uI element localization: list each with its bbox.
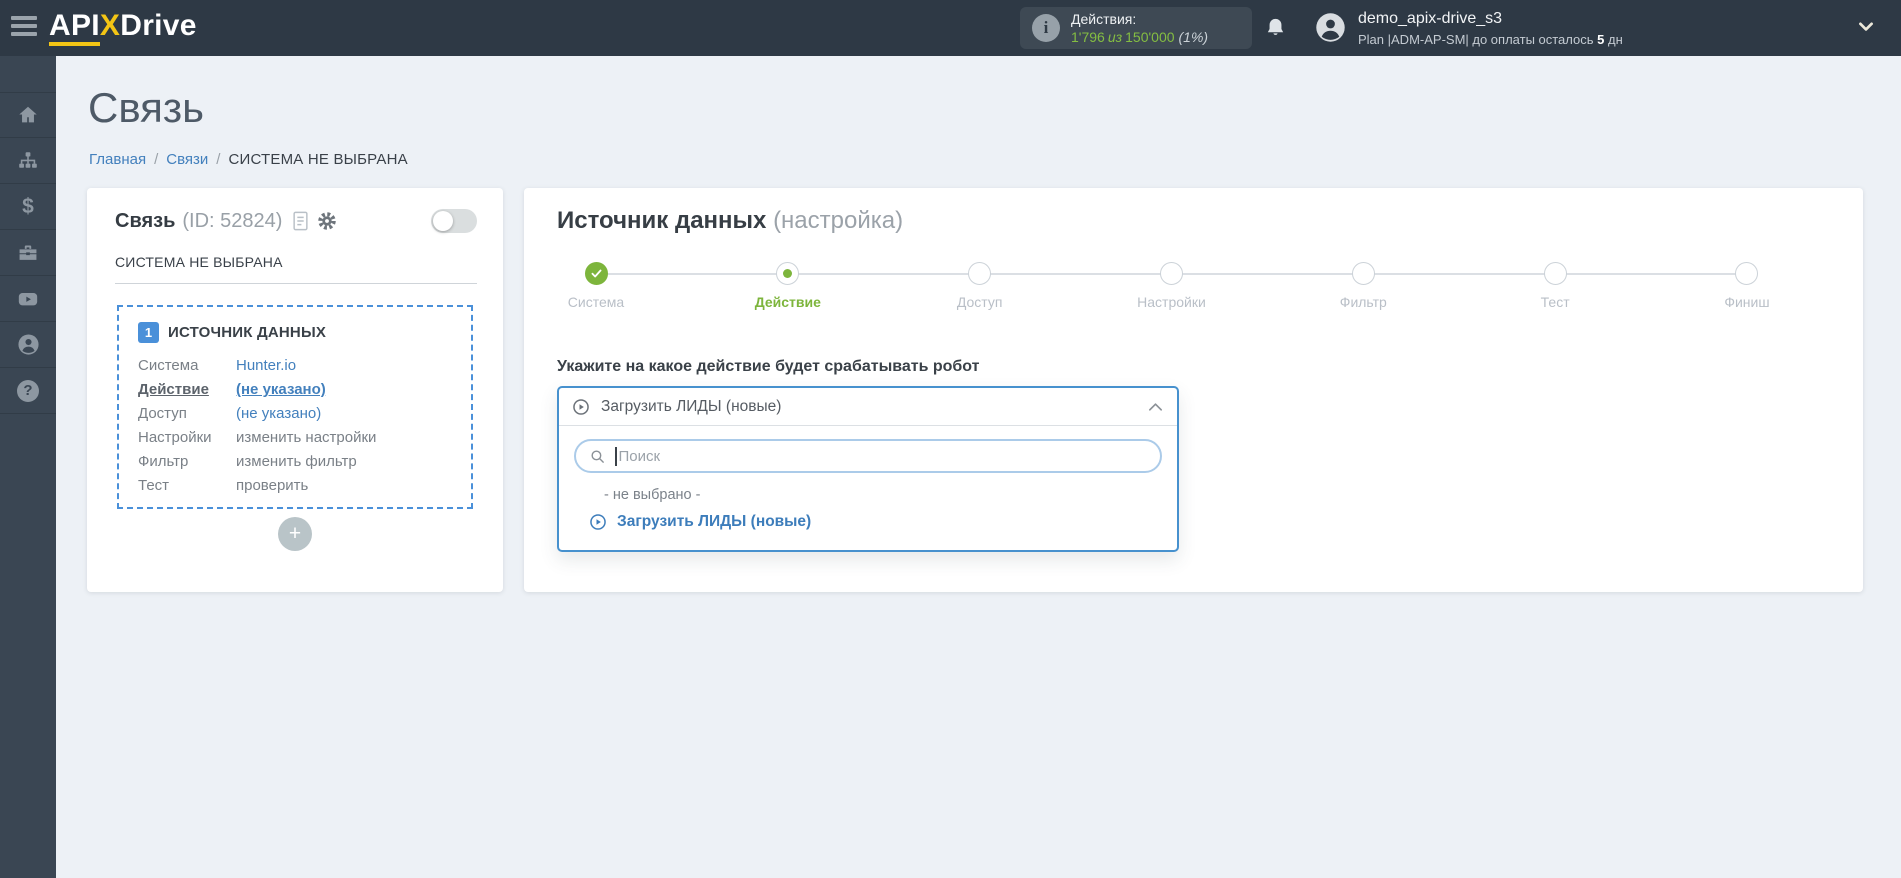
logo-x: X xyxy=(99,9,121,42)
test-value-link[interactable]: проверить xyxy=(236,476,308,495)
source-row-settings: Настройки изменить настройки xyxy=(138,428,377,447)
actions-percent: (1%) xyxy=(1178,29,1209,45)
data-source-block[interactable]: 1 ИСТОЧНИК ДАННЫХ Система Hunter.io Дейс… xyxy=(117,305,473,509)
action-combobox: Загрузить ЛИДЫ (новые) - не выбрано - xyxy=(557,386,1179,552)
connection-card: Связь (ID: 52824) СИСТЕМА НЕ ВЫБРАНА 1 И… xyxy=(87,188,503,592)
briefcase-icon xyxy=(17,242,39,264)
help-icon: ? xyxy=(17,379,39,402)
user-name: demo_apix-drive_s3 xyxy=(1358,10,1503,27)
step-access[interactable]: Доступ xyxy=(934,262,1026,326)
action-dropdown-panel: - не выбрано - Загрузить ЛИДЫ (новые) xyxy=(559,426,1177,550)
source-row-access: Доступ (не указано) xyxy=(138,404,322,423)
filter-value-link[interactable]: изменить фильтр xyxy=(236,452,357,471)
sidebar-item-home[interactable] xyxy=(0,92,56,138)
breadcrumb-connections[interactable]: Связи xyxy=(166,151,208,168)
breadcrumb: Главная / Связи / СИСТЕМА НЕ ВЫБРАНА xyxy=(89,151,408,168)
source-setup-panel: Источник данных (настройка) Система Дейс… xyxy=(524,188,1863,592)
step-finish[interactable]: Финиш xyxy=(1701,262,1793,326)
panel-title-suffix: (настройка) xyxy=(773,207,904,234)
access-value-link[interactable]: (не указано) xyxy=(236,404,321,423)
setup-stepper: Система Действие Доступ Настройки Фильтр… xyxy=(550,262,1793,326)
text-caret xyxy=(615,446,617,466)
video-icon xyxy=(16,288,40,310)
connections-icon xyxy=(17,150,39,172)
app-logo[interactable]: APIXDrive xyxy=(49,9,197,46)
source-row-filter: Фильтр изменить фильтр xyxy=(138,452,357,471)
document-icon[interactable] xyxy=(292,211,309,231)
breadcrumb-home[interactable]: Главная xyxy=(89,151,146,168)
info-icon: i xyxy=(1032,14,1060,42)
user-icon xyxy=(17,333,40,356)
add-step-button[interactable]: + xyxy=(278,517,312,551)
option-load-leads[interactable]: Загрузить ЛИДЫ (новые) xyxy=(579,513,1162,531)
search-icon xyxy=(589,448,606,465)
source-block-title: ИСТОЧНИК ДАННЫХ xyxy=(168,324,327,341)
search-input[interactable] xyxy=(618,447,1147,465)
breadcrumb-current: СИСТЕМА НЕ ВЫБРАНА xyxy=(228,151,408,168)
connection-enabled-toggle[interactable] xyxy=(431,209,477,233)
action-question-label: Укажите на какое действие будет срабатыв… xyxy=(557,358,980,375)
dollar-icon: $ xyxy=(22,195,34,218)
action-select[interactable]: Загрузить ЛИДЫ (новые) xyxy=(559,388,1177,426)
chevron-down-icon[interactable] xyxy=(1856,19,1876,35)
toggle-knob xyxy=(433,211,453,231)
step-number-badge: 1 xyxy=(138,322,159,343)
breadcrumb-separator: / xyxy=(154,151,159,168)
step-pending-icon xyxy=(1351,262,1375,285)
action-value-link[interactable]: (не указано) xyxy=(236,380,326,399)
sidebar-item-account[interactable] xyxy=(0,322,56,368)
sidebar-item-connections[interactable] xyxy=(0,138,56,184)
logo-api: API xyxy=(49,9,100,46)
step-pending-icon xyxy=(968,262,992,285)
chevron-up-icon[interactable] xyxy=(1147,401,1164,413)
sidebar-item-billing[interactable]: $ xyxy=(0,184,56,230)
play-circle-icon xyxy=(572,398,590,416)
step-action[interactable]: Действие xyxy=(742,262,834,326)
page-title: Связь xyxy=(88,84,205,131)
connection-status: СИСТЕМА НЕ ВЫБРАНА xyxy=(115,254,477,284)
step-pending-icon xyxy=(1543,262,1567,285)
sidebar-nav: $ ? xyxy=(0,56,56,878)
sidebar-item-services[interactable] xyxy=(0,230,56,276)
play-circle-icon xyxy=(589,513,607,531)
sidebar-item-video[interactable] xyxy=(0,276,56,322)
gear-icon[interactable] xyxy=(317,211,337,231)
actions-of: из xyxy=(1107,29,1123,45)
sidebar-item-help[interactable]: ? xyxy=(0,368,56,414)
step-done-icon xyxy=(584,262,608,285)
home-icon xyxy=(17,104,39,126)
breadcrumb-separator: / xyxy=(216,151,221,168)
source-row-test: Тест проверить xyxy=(138,476,309,495)
source-row-system: Система Hunter.io xyxy=(138,356,297,375)
user-avatar[interactable] xyxy=(1315,12,1346,43)
app-header: APIXDrive i Действия: 1'796 из 150'000 (1%)… xyxy=(0,0,1901,56)
actions-counter: i Действия: 1'796 из 150'000 (1%) xyxy=(1020,7,1252,49)
option-not-selected[interactable]: - не выбрано - xyxy=(604,487,1162,503)
actions-total: 150'000 xyxy=(1125,29,1175,45)
user-plan: Plan |ADM-AP-SM| до оплаты осталось 5 дн xyxy=(1358,31,1623,47)
connection-title: Связь xyxy=(115,209,176,232)
user-menu[interactable]: demo_apix-drive_s3 Plan |ADM-AP-SM| до о… xyxy=(1358,9,1623,49)
source-row-action: Действие (не указано) xyxy=(138,380,326,399)
settings-value-link[interactable]: изменить настройки xyxy=(236,428,376,447)
step-settings[interactable]: Настройки xyxy=(1125,262,1217,326)
dropdown-search[interactable] xyxy=(574,439,1162,473)
actions-label: Действия: xyxy=(1071,10,1137,27)
step-test[interactable]: Тест xyxy=(1509,262,1601,326)
hamburger-menu-icon[interactable] xyxy=(11,16,39,40)
step-filter[interactable]: Фильтр xyxy=(1317,262,1409,326)
panel-title: Источник данных (настройка) xyxy=(557,207,904,234)
connection-id: (ID: 52824) xyxy=(182,209,283,232)
step-active-icon xyxy=(776,262,800,285)
notifications-bell-icon[interactable] xyxy=(1264,16,1287,40)
days-left: 5 xyxy=(1597,31,1605,47)
step-system[interactable]: Система xyxy=(550,262,642,326)
actions-used: 1'796 xyxy=(1071,29,1105,45)
step-pending-icon xyxy=(1159,262,1183,285)
step-pending-icon xyxy=(1735,262,1759,285)
selected-action-value: Загрузить ЛИДЫ (новые) xyxy=(601,397,782,415)
logo-drive: Drive xyxy=(120,9,197,42)
system-value-link[interactable]: Hunter.io xyxy=(236,356,296,375)
